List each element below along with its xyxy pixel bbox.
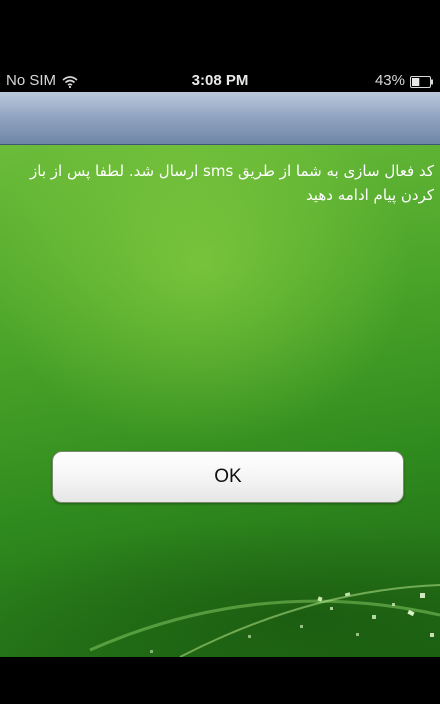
- battery-percent-label: 43%: [374, 72, 405, 89]
- battery-icon: [410, 75, 434, 88]
- navigation-bar: [0, 92, 440, 145]
- top-letterbox: [0, 0, 440, 80]
- status-bar: No SIM 3:08 PM 43%: [0, 70, 440, 92]
- bottom-letterbox: [0, 657, 440, 704]
- app-screen: No SIM 3:08 PM 43% کد فعال سازی به شما ا…: [0, 0, 440, 704]
- ok-button-label: OK: [214, 466, 242, 487]
- background-sparkles: [89, 584, 440, 657]
- activation-content: کد فعال سازی به شما از طریق sms ارسال شد…: [0, 145, 440, 657]
- status-right: 43%: [375, 72, 434, 89]
- ok-button[interactable]: OK: [52, 451, 404, 503]
- activation-message: کد فعال سازی به شما از طریق sms ارسال شد…: [30, 162, 434, 204]
